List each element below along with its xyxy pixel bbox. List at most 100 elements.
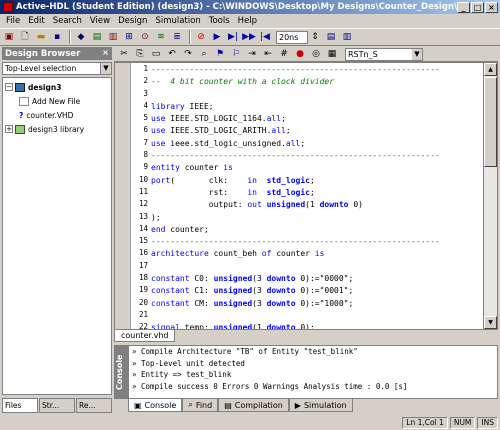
tab-simulation[interactable]: ▶ Simulation (288, 399, 353, 412)
code-line[interactable]: architecture count_beh of counter is (151, 248, 483, 260)
design-flow-icon[interactable]: ◆ (74, 30, 88, 44)
signal-combo[interactable]: RSTn_S ▼ (345, 47, 423, 61)
indent-icon[interactable]: ⇥ (245, 47, 259, 61)
top-level-select-value: Top-Level selection (5, 64, 77, 73)
tab-files[interactable]: Files (2, 398, 38, 413)
line-number: 10 (138, 174, 148, 184)
tab-structure[interactable]: Str... (39, 398, 75, 413)
minimize-button[interactable]: _ (457, 1, 470, 13)
console-line-text: Entity => test_blink (141, 370, 232, 379)
code-line[interactable]: ----------------------------------------… (151, 64, 483, 76)
code-line[interactable] (151, 89, 483, 101)
editor-gutter[interactable] (115, 63, 131, 329)
maximize-button[interactable]: □ (471, 1, 484, 13)
menu-file[interactable]: File (2, 16, 24, 26)
code-line[interactable]: ----------------------------------------… (151, 236, 483, 248)
console-output[interactable]: » Compile Architecture "TB" of Entity "t… (129, 346, 497, 398)
chevron-down-icon[interactable]: ▼ (100, 63, 111, 74)
code-line[interactable]: end counter; (151, 224, 483, 236)
menu-view[interactable]: View (86, 16, 114, 26)
tree-item-add-file[interactable]: Add New File (5, 94, 109, 108)
menu-help[interactable]: Help (234, 16, 261, 26)
copy-icon[interactable]: ⎘ (133, 47, 147, 61)
tab-find[interactable]: ⌕ Find (182, 399, 219, 412)
next-bookmark-icon[interactable]: ⚐ (229, 47, 243, 61)
trace-icon[interactable]: ▥ (340, 30, 354, 44)
code-line[interactable]: constant CM: unsigned(3 downto 0):="1000… (151, 298, 483, 310)
paste-icon[interactable]: ▭ (149, 47, 163, 61)
new-file-icon[interactable]: 🗋 (18, 30, 32, 44)
code-line[interactable]: constant C0: unsigned(3 downto 0):="0000… (151, 273, 483, 285)
find-icon[interactable]: ⌕ (197, 47, 211, 61)
scroll-down-icon[interactable]: ▼ (484, 316, 497, 329)
menu-simulation[interactable]: Simulation (151, 16, 204, 26)
cut-icon[interactable]: ✂ (117, 47, 131, 61)
code-line[interactable]: library IEEE; (151, 101, 483, 113)
code-area[interactable]: ----------------------------------------… (151, 63, 483, 329)
language-icon[interactable]: ▦ (325, 47, 339, 61)
step-over-icon[interactable]: ▤ (324, 30, 338, 44)
menu-edit[interactable]: Edit (24, 16, 48, 26)
code-line[interactable]: ); (151, 212, 483, 224)
expand-icon[interactable]: + (5, 125, 13, 133)
code-line[interactable]: constant C1: unsigned(3 downto 0):="0001… (151, 285, 483, 297)
tree-item-library[interactable]: + design3 library (5, 122, 109, 136)
code-line[interactable]: output: out unsigned(1 downto 0) (151, 199, 483, 211)
code-line[interactable]: ----------------------------------------… (151, 150, 483, 162)
code-line[interactable] (151, 310, 483, 322)
state-diagram-icon[interactable]: ⊙ (138, 30, 152, 44)
scroll-thumb[interactable] (484, 77, 497, 167)
outdent-icon[interactable]: ⇤ (261, 47, 275, 61)
code-line[interactable]: use ieee.std_logic_unsigned.all; (151, 138, 483, 150)
breakpoint-icon[interactable]: ● (293, 47, 307, 61)
block-diagram-icon[interactable]: ⊞ (122, 30, 136, 44)
save-icon[interactable]: ▪ (50, 30, 64, 44)
code-line[interactable]: port( clk: in std_logic; (151, 175, 483, 187)
code-line[interactable]: use IEEE.STD_LOGIC_ARITH.all; (151, 125, 483, 137)
tab-compilation[interactable]: ▤ Compilation (218, 399, 289, 412)
line-numbers: 1234567891011121314151617181920212223242… (131, 63, 151, 329)
run-icon[interactable]: ▶ (210, 30, 224, 44)
scroll-up-icon[interactable]: ▲ (484, 63, 497, 76)
hdl-editor-icon[interactable]: ≣ (170, 30, 184, 44)
code-line[interactable]: rst: in std_logic; (151, 187, 483, 199)
redo-icon[interactable]: ↷ (181, 47, 195, 61)
stop-icon[interactable]: ⊘ (194, 30, 208, 44)
close-icon[interactable]: × (101, 49, 110, 58)
code-line[interactable] (151, 261, 483, 273)
tab-counter-vhd[interactable]: counter.vhd (114, 330, 176, 342)
code-line[interactable]: use IEEE.STD_LOGIC_1164.all; (151, 113, 483, 125)
compile-icon[interactable]: ▤ (90, 30, 104, 44)
console-tab-icon: ▣ (134, 400, 142, 410)
watch-icon[interactable]: ◎ (309, 47, 323, 61)
code-line[interactable]: signal temp: unsigned(1 downto 0); (151, 322, 483, 329)
library-icon[interactable]: ▥ (106, 30, 120, 44)
bookmark-icon[interactable]: ⚑ (213, 47, 227, 61)
open-icon[interactable]: ▬ (34, 30, 48, 44)
close-button[interactable]: × (485, 1, 498, 13)
menu-tools[interactable]: Tools (205, 16, 234, 26)
design-icon (15, 82, 25, 92)
sim-time-field[interactable]: 20ns (276, 30, 308, 44)
vertical-scrollbar[interactable]: ▲ ▼ (483, 63, 497, 329)
tree-item-design[interactable]: − design3 (5, 80, 109, 94)
hdl-editor[interactable]: 1234567891011121314151617181920212223242… (114, 62, 498, 330)
time-spin-icon[interactable]: ⇕ (308, 30, 322, 44)
workspace-icon[interactable]: ▣ (2, 30, 16, 44)
menu-design[interactable]: Design (114, 16, 151, 26)
run-until-icon[interactable]: ▶| (226, 30, 240, 44)
collapse-icon[interactable]: − (5, 83, 13, 91)
tab-console[interactable]: ▣ Console (128, 399, 183, 412)
tree-item-file[interactable]: ? counter.VHD (5, 108, 109, 122)
step-icon[interactable]: ▶▶ (242, 30, 256, 44)
restart-icon[interactable]: |◀ (258, 30, 272, 44)
code-line[interactable]: entity counter is (151, 162, 483, 174)
undo-icon[interactable]: ↶ (165, 47, 179, 61)
code-line[interactable]: -- 4 bit counter with a clock divider (151, 76, 483, 88)
top-level-select[interactable]: Top-Level selection ▼ (2, 62, 112, 75)
menu-search[interactable]: Search (49, 16, 86, 26)
comment-icon[interactable]: # (277, 47, 291, 61)
chevron-down-icon[interactable]: ▼ (412, 48, 422, 60)
waveform-icon[interactable]: ≋ (154, 30, 168, 44)
tab-resources[interactable]: Re... (76, 398, 112, 413)
